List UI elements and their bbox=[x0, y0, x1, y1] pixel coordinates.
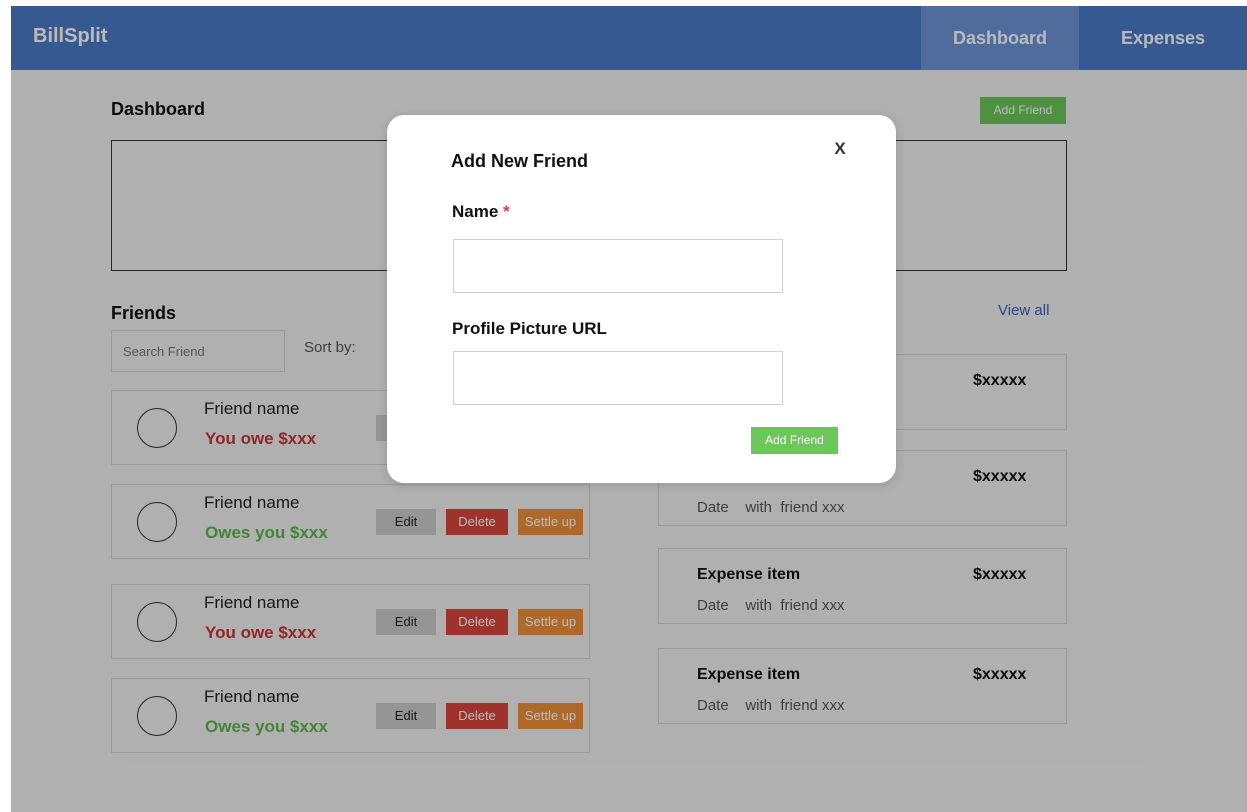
required-marker: * bbox=[503, 202, 510, 221]
profile-picture-url-label: Profile Picture URL bbox=[452, 319, 607, 338]
app-window: BillSplit Dashboard Expenses Dashboard A… bbox=[11, 6, 1247, 812]
modal-add-friend-button[interactable]: Add Friend bbox=[751, 427, 838, 454]
name-label: Name * bbox=[452, 202, 510, 222]
name-input[interactable] bbox=[453, 239, 783, 293]
close-icon[interactable]: X bbox=[828, 137, 852, 161]
modal-title: Add New Friend bbox=[451, 151, 589, 171]
name-label-text: Name bbox=[452, 202, 499, 221]
profile-picture-url-input[interactable] bbox=[453, 351, 783, 405]
add-friend-modal: Add New Friend X Name * Profile Picture … bbox=[387, 115, 896, 483]
